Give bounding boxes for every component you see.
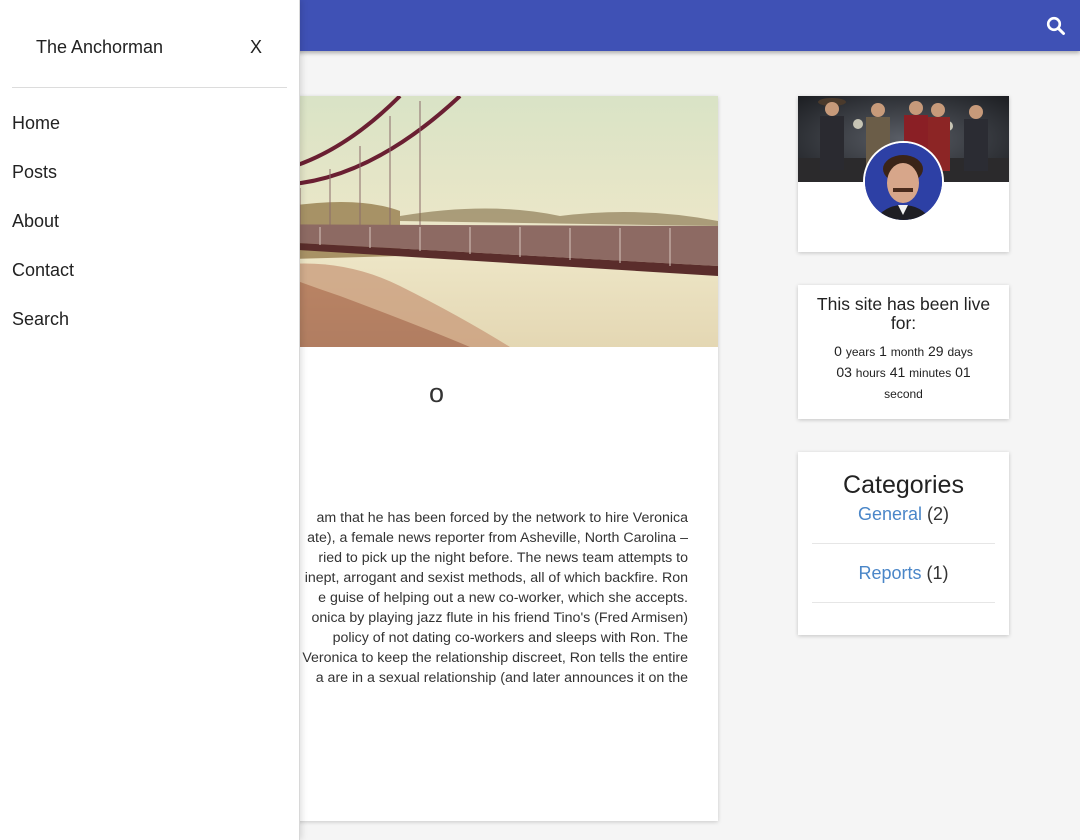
- nav-item-search[interactable]: Search: [12, 309, 74, 358]
- drawer-title[interactable]: The Anchorman: [36, 37, 163, 58]
- nav-item-posts[interactable]: Posts: [12, 162, 74, 211]
- minutes-value: 41: [889, 364, 906, 380]
- avatar[interactable]: [863, 141, 944, 222]
- nav-item-home[interactable]: Home: [12, 113, 74, 162]
- drawer-nav: Home Posts About Contact Search: [12, 113, 74, 358]
- nav-item-contact[interactable]: Contact: [12, 260, 74, 309]
- months-label: month: [890, 345, 925, 359]
- site-live-widget: This site has been live for: 0 years 1 m…: [798, 285, 1009, 419]
- months-value: 1: [879, 343, 887, 359]
- hours-label: hours: [855, 366, 886, 380]
- days-value: 29: [928, 343, 944, 359]
- nav-drawer: The Anchorman X Home Posts About Contact…: [0, 0, 300, 840]
- divider: [12, 87, 287, 88]
- seconds-value: 01: [955, 364, 971, 380]
- seconds-label: second: [884, 387, 923, 401]
- category-count: (1): [926, 563, 949, 583]
- hours-value: 03: [836, 364, 852, 380]
- categories-widget: Categories General (2) Reports (1): [798, 452, 1009, 635]
- profile-widget: [798, 96, 1009, 252]
- category-count: (2): [927, 504, 950, 524]
- search-icon[interactable]: [1046, 16, 1066, 36]
- drawer-close-button[interactable]: X: [250, 37, 262, 58]
- live-counter: 0 years 1 month 29 days 03 hours 41 minu…: [798, 333, 1009, 404]
- category-item: Reports (1): [812, 544, 995, 603]
- years-label: years: [845, 345, 876, 359]
- live-title: This site has been live for:: [816, 294, 991, 333]
- category-link-general[interactable]: General: [858, 504, 922, 524]
- category-link-reports[interactable]: Reports: [858, 563, 921, 583]
- category-item: General (2): [812, 500, 995, 544]
- years-value: 0: [834, 343, 842, 359]
- post-title-text: o: [428, 378, 444, 408]
- categories-title: Categories: [843, 471, 964, 499]
- minutes-label: minutes: [909, 366, 952, 380]
- days-label: days: [947, 345, 973, 359]
- nav-item-about[interactable]: About: [12, 211, 74, 260]
